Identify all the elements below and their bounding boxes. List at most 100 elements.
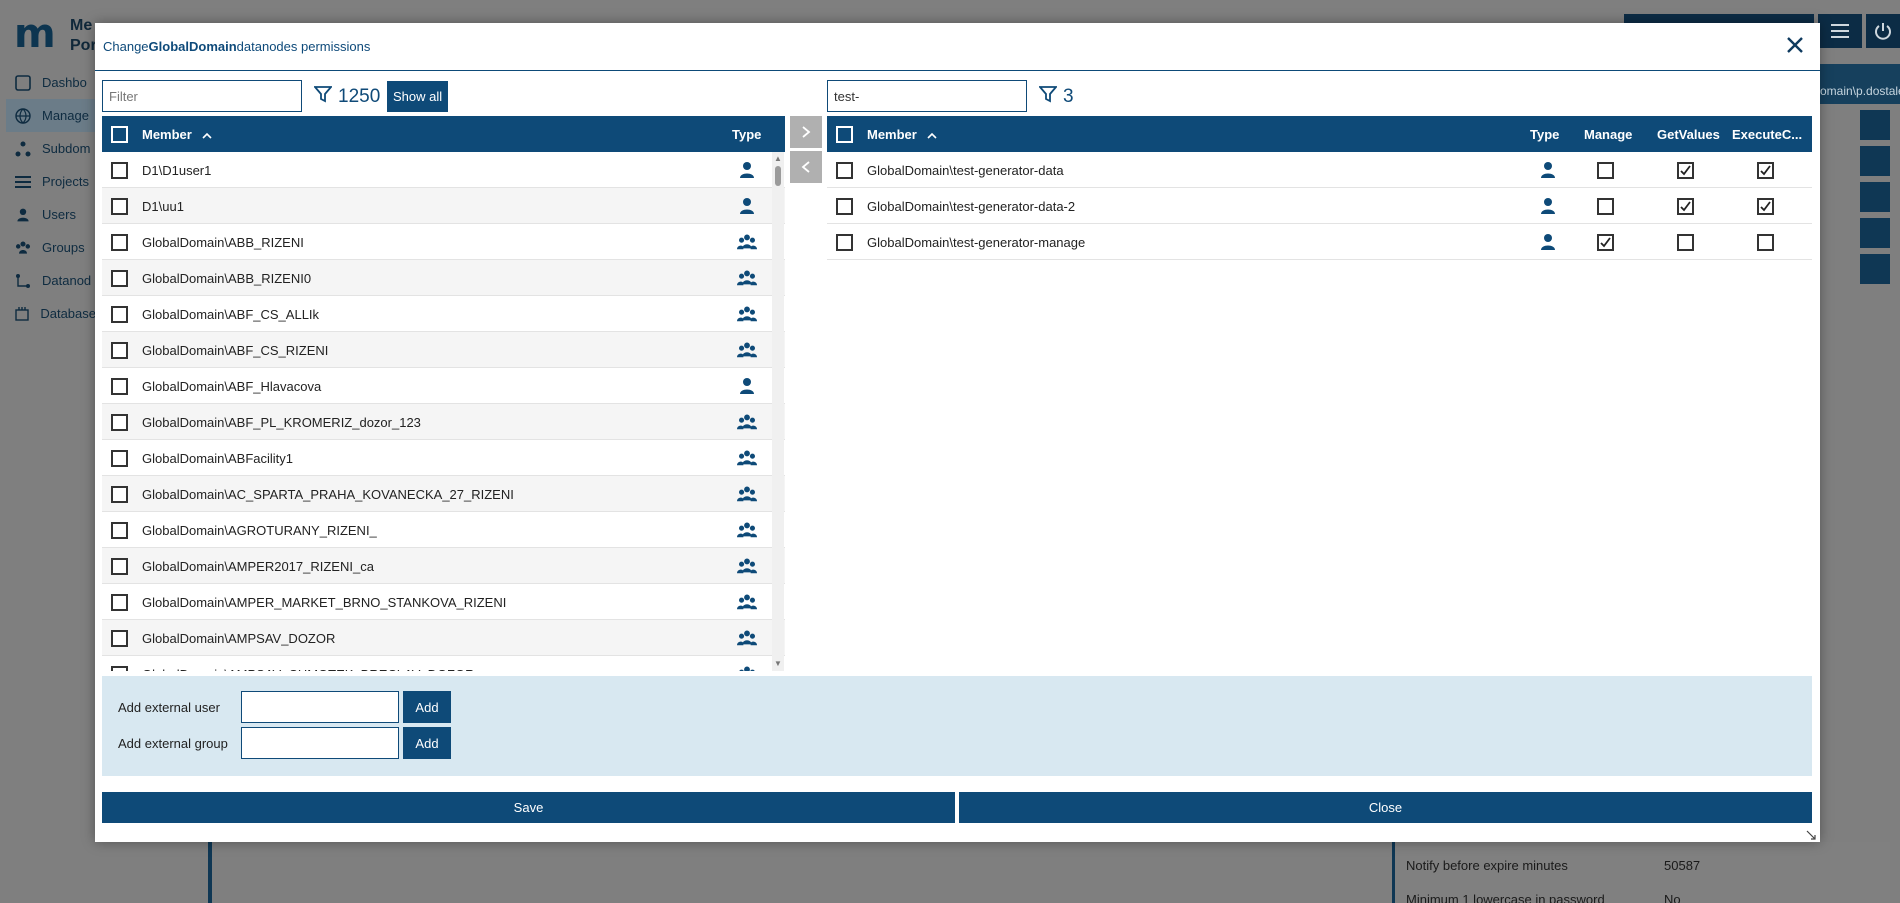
menu-icon[interactable] [1818, 14, 1862, 48]
manage-checkbox[interactable] [1597, 197, 1614, 215]
move-left-button[interactable] [790, 151, 822, 183]
left-member-column[interactable]: Member [142, 116, 212, 152]
right-table-header: Member Type Manage GetValues ExecuteC... [827, 116, 1812, 152]
getvalues-checkbox[interactable] [1677, 233, 1694, 251]
close-icon[interactable] [1782, 34, 1808, 60]
manage-column[interactable]: Manage [1584, 116, 1632, 152]
member-name: GlobalDomain\AMPER2017_RIZENI_ca [142, 558, 374, 574]
group-icon [737, 484, 757, 504]
right-filter-input[interactable] [827, 80, 1027, 112]
row-checkbox[interactable] [111, 629, 128, 647]
row-checkbox[interactable] [111, 557, 128, 575]
row-checkbox[interactable] [111, 305, 128, 323]
table-row[interactable]: GlobalDomain\ABF_CS_ALLIk [102, 296, 785, 332]
execute-checkbox[interactable] [1757, 197, 1774, 215]
show-all-button[interactable]: Show all [387, 81, 449, 112]
table-row[interactable]: GlobalDomain\ABB_RIZENI [102, 224, 785, 260]
sidebar-item-subdom[interactable]: Subdom [6, 132, 96, 165]
sidebar-item-manage[interactable]: Manage [6, 99, 96, 132]
external-user-label: Add external user [118, 700, 220, 715]
manage-checkbox[interactable] [1597, 233, 1614, 251]
getvalues-checkbox[interactable] [1677, 197, 1694, 215]
left-type-column[interactable]: Type [732, 116, 761, 152]
group-icon [737, 628, 757, 648]
save-button[interactable]: Save [102, 792, 955, 823]
row-checkbox[interactable] [111, 161, 128, 179]
getvalues-checkbox[interactable] [1677, 161, 1694, 179]
right-member-column[interactable]: Member [867, 116, 937, 152]
right-select-all-checkbox[interactable] [836, 125, 853, 143]
row-checkbox[interactable] [111, 377, 128, 395]
right-type-column[interactable]: Type [1530, 116, 1559, 152]
table-row[interactable]: GlobalDomain\AMPER_MARKET_BRNO_STANKOVA_… [102, 584, 785, 620]
row-checkbox[interactable] [836, 161, 853, 179]
sidebar-item-dashbo[interactable]: Dashbo [6, 66, 96, 99]
row-checkbox[interactable] [836, 233, 853, 251]
external-user-input[interactable] [241, 691, 399, 723]
member-name: GlobalDomain\ABB_RIZENI [142, 234, 304, 250]
getvalues-column[interactable]: GetValues [1657, 116, 1720, 152]
row-checkbox[interactable] [111, 449, 128, 467]
table-row[interactable]: GlobalDomain\ABF_PL_KROMERIZ_dozor_123 [102, 404, 785, 440]
add-external-group-button[interactable]: Add [403, 727, 451, 759]
sidebar-item-label: Manage [42, 108, 89, 123]
sort-asc-icon [202, 127, 212, 142]
row-checkbox[interactable] [111, 269, 128, 287]
sidebar-item-groups[interactable]: Groups [6, 231, 96, 264]
table-row[interactable]: GlobalDomain\AMPER2017_RIZENI_ca [102, 548, 785, 584]
table-row[interactable]: GlobalDomain\test-generator-data [827, 152, 1812, 188]
row-checkbox[interactable] [836, 197, 853, 215]
row-checkbox[interactable] [111, 413, 128, 431]
left-filter-input[interactable] [102, 80, 302, 112]
member-name: GlobalDomain\ABF_PL_KROMERIZ_dozor_123 [142, 414, 421, 430]
sort-asc-icon [927, 127, 937, 142]
power-icon[interactable] [1866, 14, 1900, 48]
table-row[interactable]: D1\uu1 [102, 188, 785, 224]
row-checkbox[interactable] [111, 593, 128, 611]
row-checkbox[interactable] [111, 485, 128, 503]
user-icon [737, 160, 757, 180]
table-row[interactable]: GlobalDomain\ABB_RIZENI0 [102, 260, 785, 296]
sidebar-item-database[interactable]: Database [6, 297, 96, 330]
table-row[interactable]: GlobalDomain\ABF_Hlavacova [102, 368, 785, 404]
execute-checkbox[interactable] [1757, 233, 1774, 251]
manage-checkbox[interactable] [1597, 161, 1614, 179]
external-group-input[interactable] [241, 727, 399, 759]
list-icon [14, 173, 32, 191]
execute-column[interactable]: ExecuteC... [1732, 116, 1802, 152]
execute-checkbox[interactable] [1757, 161, 1774, 179]
table-row[interactable]: GlobalDomain\test-generator-manage [827, 224, 1812, 260]
left-select-all-checkbox[interactable] [111, 125, 128, 143]
group-icon [737, 232, 757, 252]
member-name: GlobalDomain\ABB_RIZENI0 [142, 270, 312, 286]
sidebar-item-datanod[interactable]: Datanod [6, 264, 96, 297]
row-checkbox[interactable] [111, 233, 128, 251]
row-checkbox[interactable] [111, 341, 128, 359]
right-panel [1860, 110, 1890, 290]
user-badge[interactable]: omain\p.dostale [1820, 64, 1900, 104]
table-row[interactable]: GlobalDomain\test-generator-data-2 [827, 188, 1812, 224]
row-checkbox[interactable] [111, 665, 128, 671]
row-checkbox[interactable] [111, 197, 128, 215]
add-external-user-button[interactable]: Add [403, 691, 451, 723]
resize-handle-icon[interactable] [1806, 830, 1816, 840]
move-right-button[interactable] [790, 116, 822, 148]
table-row[interactable]: GlobalDomain\AGROTURANY_RIZENI_ [102, 512, 785, 548]
user-icon [14, 206, 32, 224]
dashboard-icon [14, 74, 32, 92]
sidebar-item-projects[interactable]: Projects [6, 165, 96, 198]
table-row[interactable]: GlobalDomain\ABFacility1 [102, 440, 785, 476]
table-row[interactable]: GlobalDomain\AMPSAV_DOZOR [102, 620, 785, 656]
group-icon [737, 520, 757, 540]
sidebar-item-users[interactable]: Users [6, 198, 96, 231]
close-button[interactable]: Close [959, 792, 1812, 823]
table-row[interactable]: GlobalDomain\ABF_CS_RIZENI [102, 332, 785, 368]
group-icon [737, 664, 757, 671]
right-member-list: GlobalDomain\test-generator-data GlobalDo… [827, 152, 1812, 262]
left-table-header: Member Type [102, 116, 785, 152]
left-scrollbar[interactable]: ▲ ▼ [772, 152, 784, 671]
table-row[interactable]: GlobalDomain\AC_SPARTA_PRAHA_KOVANECKA_2… [102, 476, 785, 512]
table-row[interactable]: D1\D1user1 [102, 152, 785, 188]
row-checkbox[interactable] [111, 521, 128, 539]
table-row[interactable]: GlobalDomain\AMPSAV_CHMOTEK_BRECLAV_DOZO… [102, 656, 785, 671]
